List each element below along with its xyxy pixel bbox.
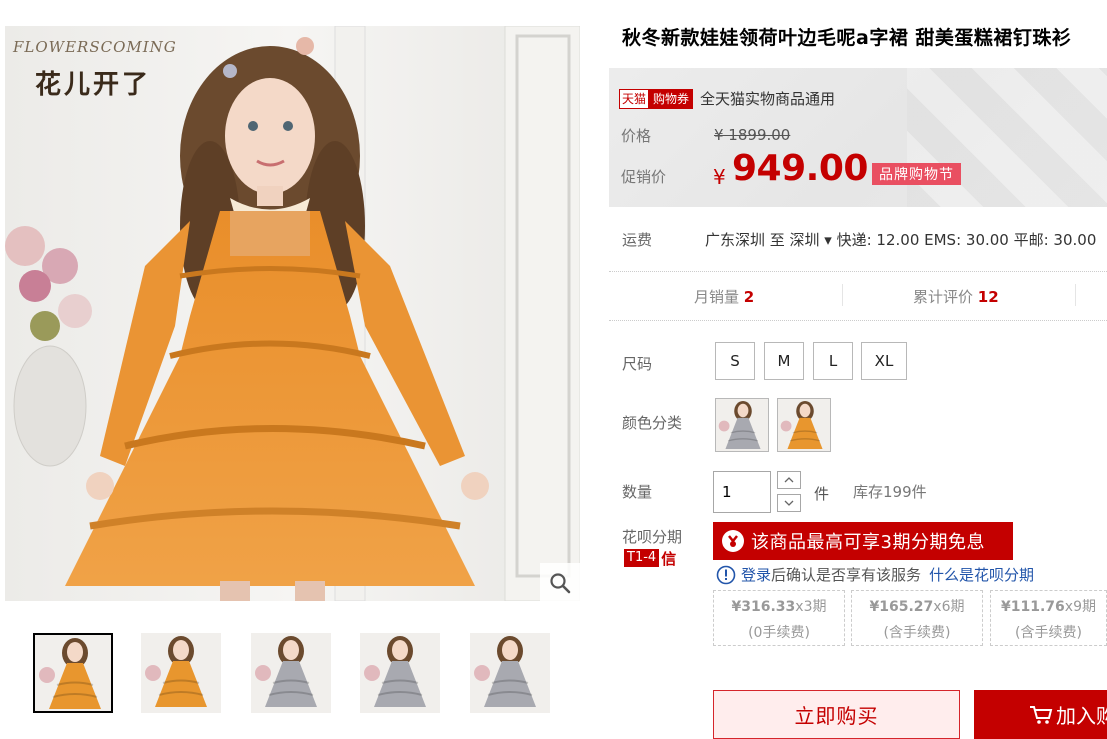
plan-amount: ¥165.27 bbox=[869, 599, 934, 615]
plan-fee: (0手续费) bbox=[748, 625, 810, 641]
thumbnail-image bbox=[141, 633, 221, 713]
coupon-row[interactable]: 天猫 购物券 全天猫实物商品通用 bbox=[619, 88, 835, 109]
promo-price: 949.00 bbox=[732, 148, 868, 189]
price-label: 价格 bbox=[621, 127, 652, 145]
plan-term: x9期 bbox=[1064, 599, 1096, 615]
size-option-xl[interactable]: XL bbox=[861, 342, 907, 380]
huabei-banner-text: 该商品最高可享3期分期免息 bbox=[751, 532, 985, 553]
thumbnail-2[interactable] bbox=[141, 633, 221, 713]
stock-count: 库存199件 bbox=[853, 483, 927, 501]
zoom-button[interactable] bbox=[540, 563, 580, 603]
size-option-m[interactable]: M bbox=[764, 342, 804, 380]
quantity-decrease-button[interactable] bbox=[777, 494, 801, 512]
original-price: ¥ 1899.00 bbox=[714, 126, 791, 144]
sales-stats: 月销量 2 累计评价 12 bbox=[609, 271, 1107, 321]
thumbnail-5[interactable] bbox=[470, 633, 550, 713]
huabei-label: 花呗分期 bbox=[622, 528, 683, 546]
what-is-huabei-link[interactable]: 什么是花呗分期 bbox=[929, 564, 1034, 585]
thumbnail-image bbox=[360, 633, 440, 713]
color-option-grey[interactable] bbox=[715, 398, 769, 452]
plan-fee: (含手续费) bbox=[1015, 625, 1082, 641]
credit-mark: 信 bbox=[661, 549, 677, 568]
tmall-tag: 天猫 bbox=[619, 88, 650, 109]
plan-term: x6期 bbox=[933, 599, 965, 615]
color-option-orange[interactable] bbox=[777, 398, 831, 452]
review-count-label: 累计评价 bbox=[913, 288, 974, 306]
login-link[interactable]: 登录 bbox=[741, 564, 771, 585]
coupon-text: 全天猫实物商品通用 bbox=[700, 90, 836, 108]
thumbnail-4[interactable] bbox=[360, 633, 440, 713]
installment-plan-6[interactable]: ¥165.27x6期 (含手续费) bbox=[851, 590, 983, 646]
size-option-s[interactable]: S bbox=[715, 342, 755, 380]
info-icon bbox=[716, 565, 736, 584]
main-product-image[interactable]: FLOWERSCOMING 花儿开了 bbox=[5, 26, 580, 601]
size-label: 尺码 bbox=[622, 355, 653, 373]
product-photo bbox=[5, 26, 580, 601]
huabei-banner: 该商品最高可享3期分期免息 bbox=[713, 522, 1013, 560]
installment-plan-9[interactable]: ¥111.76x9期 (含手续费) bbox=[990, 590, 1107, 646]
promo-price-label: 促销价 bbox=[621, 168, 667, 186]
plan-amount: ¥316.33 bbox=[731, 599, 796, 615]
monthly-sales-label: 月销量 bbox=[694, 288, 740, 306]
quantity-increase-button[interactable] bbox=[777, 471, 801, 489]
huabei-credit-badge: T1-4 信 bbox=[624, 549, 677, 568]
magnifier-icon bbox=[550, 573, 571, 594]
thumbnail-3[interactable] bbox=[251, 633, 331, 713]
brand-name-english: FLOWERSCOMING bbox=[13, 38, 177, 56]
huabei-logo-icon bbox=[722, 530, 744, 552]
promo-badge: 品牌购物节 bbox=[872, 163, 961, 185]
color-swatch-image bbox=[778, 399, 830, 451]
thumbnail-image bbox=[251, 633, 331, 713]
plan-term: x3期 bbox=[795, 599, 827, 615]
price-panel: 天猫 购物券 全天猫实物商品通用 价格 ¥ 1899.00 促销价 ¥ 949.… bbox=[609, 68, 1107, 207]
plan-amount: ¥111.76 bbox=[1001, 599, 1065, 615]
divider bbox=[842, 284, 843, 306]
brand-name-chinese: 花儿开了 bbox=[35, 70, 152, 100]
add-to-cart-button[interactable]: 加入购物车 bbox=[974, 690, 1107, 739]
huabei-tier: T1-4 bbox=[624, 549, 660, 567]
promo-currency: ¥ bbox=[713, 165, 726, 189]
product-title: 秋冬新款娃娃领荷叶边毛呢a字裙 甜美蛋糕裙钉珠衫 bbox=[622, 27, 1072, 49]
buy-now-button[interactable]: 立即购买 bbox=[713, 690, 960, 739]
monthly-sales: 月销量 2 bbox=[694, 286, 754, 307]
chevron-down-icon bbox=[784, 500, 794, 506]
review-count-value: 12 bbox=[977, 288, 999, 306]
color-label: 颜色分类 bbox=[622, 414, 683, 432]
review-count[interactable]: 累计评价 12 bbox=[913, 286, 999, 307]
installment-plan-3[interactable]: ¥316.33x3期 (0手续费) bbox=[713, 590, 845, 646]
coupon-tag: 购物券 bbox=[649, 88, 694, 109]
color-swatch-image bbox=[716, 399, 768, 451]
thumbnail-image bbox=[470, 633, 550, 713]
divider bbox=[1075, 284, 1076, 306]
cart-icon bbox=[1030, 706, 1053, 724]
monthly-sales-count: 2 bbox=[743, 288, 755, 306]
huabei-login-line: 登录 后确认是否享有该服务 什么是花呗分期 bbox=[716, 564, 1034, 585]
quantity-unit: 件 bbox=[814, 485, 830, 503]
login-hint: 后确认是否享有该服务 bbox=[771, 566, 922, 584]
thumbnail-image bbox=[35, 635, 111, 711]
size-option-l[interactable]: L bbox=[813, 342, 853, 380]
plan-fee: (含手续费) bbox=[883, 625, 951, 641]
add-to-cart-label: 加入购物车 bbox=[1056, 704, 1107, 728]
chevron-up-icon bbox=[784, 477, 794, 483]
panel-decoration bbox=[907, 68, 1107, 207]
quantity-label: 数量 bbox=[622, 483, 653, 501]
thumbnail-1[interactable] bbox=[33, 633, 113, 713]
shipping-detail[interactable]: 广东深圳 至 深圳 ▾ 快递: 12.00 EMS: 30.00 平邮: 30.… bbox=[705, 229, 1107, 250]
quantity-input[interactable] bbox=[713, 471, 771, 513]
shipping-label: 运费 bbox=[622, 231, 653, 249]
